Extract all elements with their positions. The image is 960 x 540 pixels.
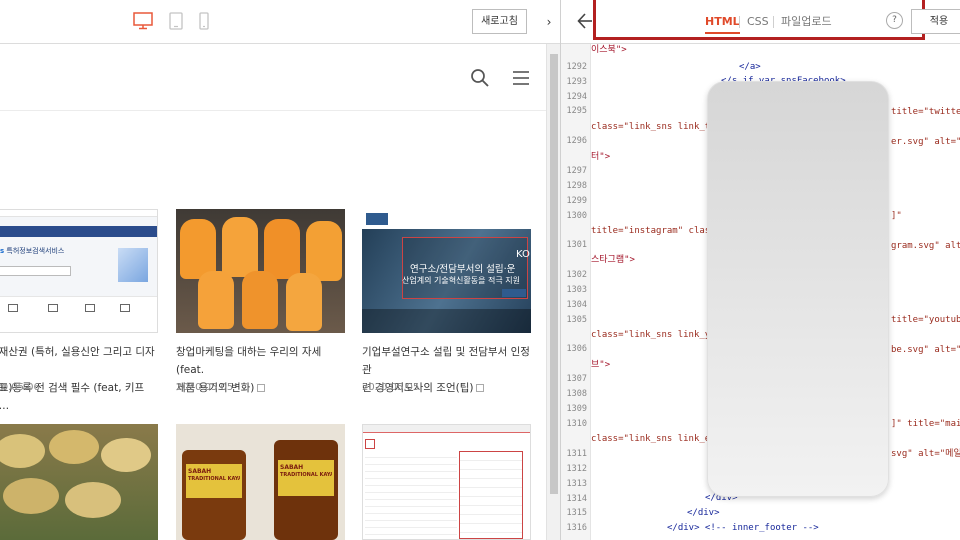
preview-toolbar: 새로고침 › <box>0 0 560 44</box>
line-number: 1316 <box>566 523 587 533</box>
line-number: 1303 <box>566 285 587 295</box>
post-date: 2020.05.05 <box>176 382 234 393</box>
label-text: TRADITIONAL KAYA <box>280 472 332 478</box>
post-thumbnail[interactable]: s 특허정보검색서비스 <box>0 209 158 333</box>
blog-header <box>0 44 546 111</box>
code-line[interactable]: 브"> <box>591 359 610 371</box>
line-number: 1314 <box>566 494 587 504</box>
thumbnail-banner-text: s 특허정보검색서비스 <box>0 247 65 255</box>
editor-toolbar: HTML CSS 파일업로드 ? 적용 <box>561 0 960 44</box>
scrollbar-thumb[interactable] <box>550 54 558 494</box>
line-number: 1302 <box>566 270 587 280</box>
line-number: 1293 <box>566 77 587 87</box>
tablet-icon[interactable] <box>169 12 183 30</box>
code-line[interactable]: gram.svg" alt="인 <box>891 240 960 252</box>
image-badge-icon <box>257 384 266 392</box>
line-number: 1295 <box>566 106 587 116</box>
label-text: SABAH <box>280 464 304 471</box>
code-line[interactable]: </div> <!-- inner_footer --> <box>667 522 819 534</box>
post-thumbnail[interactable]: KO 연구소/전담부서의 설립·운 산업계의 기술혁신활동을 적극 지원 <box>362 209 531 333</box>
html-editor-pane: HTML CSS 파일업로드 ? 적용 1292 1293 1294 1295 … <box>560 0 960 540</box>
code-line[interactable]: ]" title="mail" <box>891 418 960 430</box>
line-number: 1292 <box>566 62 587 72</box>
desktop-icon[interactable] <box>133 12 153 30</box>
preview-scrollbar[interactable] <box>546 44 560 540</box>
post-thumbnail[interactable] <box>176 209 345 333</box>
line-number: 1305 <box>566 315 587 325</box>
line-number: 1294 <box>566 92 587 102</box>
preview-pane: 새로고침 › s 특허정보검색서비스 재산권 (특허, 실용신안 그리고 디자 … <box>0 0 560 540</box>
post-thumbnail[interactable] <box>362 424 531 540</box>
back-arrow-icon[interactable] <box>577 12 593 30</box>
line-number: 1298 <box>566 181 587 191</box>
line-number: 1299 <box>566 196 587 206</box>
line-number: 1297 <box>566 166 587 176</box>
code-line[interactable]: ]" <box>891 210 902 222</box>
apply-button[interactable]: 적용 <box>911 9 960 34</box>
thumbnail-text: 연구소/전담부서의 설립·운 <box>410 264 516 275</box>
code-line[interactable]: title="youtube" <box>891 314 960 326</box>
label-text: SABAH <box>188 468 212 475</box>
line-number: 1313 <box>566 479 587 489</box>
search-icon[interactable] <box>470 68 490 88</box>
line-number: 1309 <box>566 404 587 414</box>
floating-overlay-panel <box>707 81 889 497</box>
thumbnail-text: 산업계의 기술혁신활동을 적극 지원 <box>402 276 521 285</box>
code-line[interactable]: </div> <box>687 507 720 519</box>
refresh-button[interactable]: 새로고침 <box>472 9 527 34</box>
code-line[interactable]: er.svg" alt="트 <box>891 136 960 148</box>
post-thumbnail[interactable]: SABAH TRADITIONAL KAYA SABAH TRADITIONAL… <box>176 424 345 540</box>
line-number: 1311 <box>566 449 587 459</box>
image-badge-icon <box>476 384 485 392</box>
post-title[interactable]: 식재산권 (특허, 실용신안 그리고 디자인 상표)등록 전 검색 필수 (fe… <box>0 343 159 415</box>
line-number: 1312 <box>566 464 587 474</box>
post-thumbnail[interactable] <box>0 424 158 540</box>
line-number-gutter: 1292 1293 1294 1295 1296 1297 1298 1299 … <box>561 44 591 540</box>
code-line[interactable]: be.svg" alt="유 <box>891 344 960 356</box>
thumbnail-text: KO <box>516 249 530 260</box>
code-line[interactable]: </a> <box>739 61 761 73</box>
hamburger-menu-icon[interactable] <box>512 70 530 86</box>
code-line[interactable]: svg" alt="메일"> <box>891 448 960 460</box>
line-number: 1300 <box>566 211 587 221</box>
label-text: TRADITIONAL KAYA <box>188 476 240 482</box>
post-date: 020.05.06 <box>0 382 40 393</box>
post-date: 2020.05.05 <box>362 382 420 393</box>
line-number: 1301 <box>566 240 587 250</box>
line-number: 1306 <box>566 344 587 354</box>
line-number: 1308 <box>566 389 587 399</box>
code-line[interactable]: 터"> <box>591 151 610 163</box>
code-line[interactable]: 스타그램"> <box>591 254 635 266</box>
line-number: 1296 <box>566 136 587 146</box>
code-line[interactable]: title="twitter" <box>891 106 960 118</box>
tab-highlight-box <box>593 0 925 40</box>
collapse-arrow-icon[interactable]: › <box>542 14 556 30</box>
mobile-icon[interactable] <box>199 12 209 30</box>
line-number: 1307 <box>566 374 587 384</box>
line-number: 1310 <box>566 419 587 429</box>
line-number: 1315 <box>566 508 587 518</box>
code-line[interactable]: 이스북"> <box>591 44 627 56</box>
line-number: 1304 <box>566 300 587 310</box>
